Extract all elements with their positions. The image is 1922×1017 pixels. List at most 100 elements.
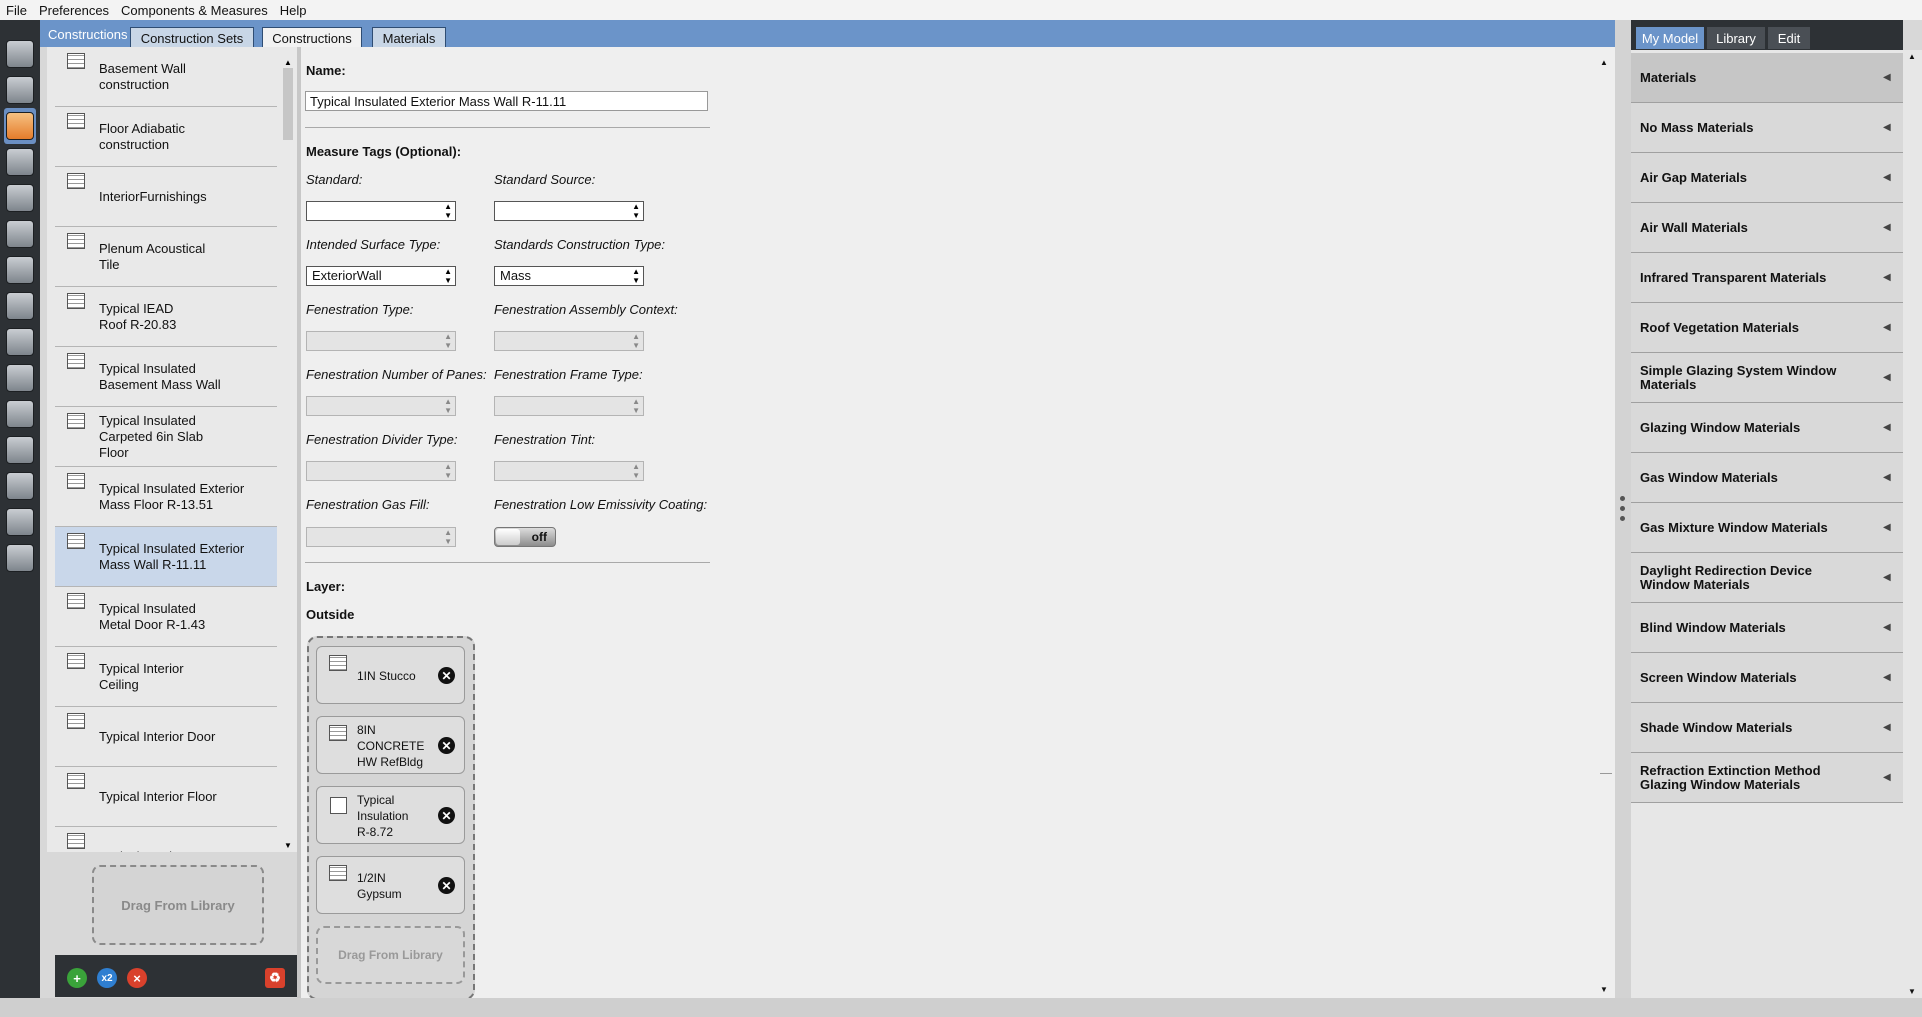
panel-splitter[interactable] — [1615, 20, 1631, 998]
construction-list-item[interactable]: InteriorFurnishings — [55, 167, 277, 227]
scroll-down-icon[interactable]: ▼ — [1600, 985, 1608, 994]
copy-icon[interactable]: x2 — [97, 968, 117, 988]
library-category[interactable]: Glazing Window Materials ◀ — [1631, 403, 1903, 453]
construction-list-item[interactable]: Typical Interior Floor — [55, 767, 277, 827]
tab-materials[interactable]: Materials — [372, 27, 446, 48]
output-variables-icon[interactable] — [4, 396, 36, 432]
schedules-icon[interactable] — [4, 72, 36, 108]
tab-construction-sets[interactable]: Construction Sets — [130, 27, 254, 48]
library-category[interactable]: No Mass Materials ◀ — [1631, 103, 1903, 153]
library-category[interactable]: Roof Vegetation Materials ◀ — [1631, 303, 1903, 353]
construction-list-item[interactable]: Basement Wall construction — [55, 47, 277, 107]
scroll-thumb[interactable] — [1600, 773, 1612, 774]
construction-list-scrollbar[interactable]: ▲ ▼ — [283, 58, 293, 850]
fenestration-gas-combo[interactable]: ▲ ▼ — [306, 527, 456, 547]
layer-drag-from-library[interactable]: Drag From Library — [316, 926, 465, 984]
tab-library[interactable]: Library — [1706, 26, 1766, 50]
construction-list-item[interactable]: Typical Insulated Basement Mass Wall — [55, 347, 277, 407]
tab-edit[interactable]: Edit — [1767, 26, 1811, 50]
expand-arrow-icon[interactable]: ◀ — [1883, 522, 1891, 533]
standard-combo[interactable]: ▲ ▼ — [306, 201, 456, 221]
results-summary-icon[interactable] — [4, 540, 36, 576]
expand-arrow-icon[interactable]: ◀ — [1883, 422, 1891, 433]
scroll-down-icon[interactable]: ▼ — [283, 841, 293, 850]
expand-arrow-icon[interactable]: ◀ — [1883, 122, 1891, 133]
layer-item[interactable]: 1/2IN Gypsum ✕ — [316, 856, 465, 914]
scroll-up-icon[interactable]: ▲ — [1600, 58, 1608, 67]
library-category[interactable]: Gas Window Materials ◀ — [1631, 453, 1903, 503]
construction-list-item[interactable]: Typical Interior Ceiling — [55, 647, 277, 707]
library-category[interactable]: Simple Glazing System Window Materials ◀ — [1631, 353, 1903, 403]
tab-my-model[interactable]: My Model — [1635, 26, 1705, 50]
inspector-scrollbar[interactable]: ▲ ▼ — [1600, 58, 1612, 994]
expand-arrow-icon[interactable]: ◀ — [1883, 772, 1891, 783]
lowe-toggle[interactable]: off — [494, 527, 556, 547]
layer-item[interactable]: 1IN Stucco ✕ — [316, 646, 465, 704]
fenestration-panes-combo[interactable]: ▲ ▼ — [306, 396, 456, 416]
construction-list-item[interactable]: Typical Insulated Exterior Mass Floor R-… — [55, 467, 277, 527]
library-category[interactable]: Air Gap Materials ◀ — [1631, 153, 1903, 203]
fenestration-frame-combo[interactable]: ▲ ▼ — [494, 396, 644, 416]
standard-source-combo[interactable]: ▲ ▼ — [494, 201, 644, 221]
library-category[interactable]: Infrared Transparent Materials ◀ — [1631, 253, 1903, 303]
expand-arrow-icon[interactable]: ◀ — [1883, 622, 1891, 633]
loads-icon[interactable] — [4, 144, 36, 180]
geometry-icon[interactable] — [4, 216, 36, 252]
remove-icon[interactable]: × — [127, 968, 147, 988]
library-category[interactable]: Shade Window Materials ◀ — [1631, 703, 1903, 753]
measures-icon[interactable] — [4, 468, 36, 504]
purge-icon[interactable]: ♻ — [265, 968, 285, 988]
thermal-zones-icon[interactable] — [4, 324, 36, 360]
construction-list-item[interactable]: Typical Insulated Metal Door R-1.43 — [55, 587, 277, 647]
construction-list-item[interactable]: Typical Interior — [55, 827, 277, 852]
spaces-icon[interactable] — [4, 288, 36, 324]
expand-arrow-icon[interactable]: ◀ — [1883, 222, 1891, 233]
expand-arrow-icon[interactable]: ◀ — [1883, 672, 1891, 683]
remove-layer-icon[interactable]: ✕ — [438, 737, 455, 754]
scroll-down-icon[interactable]: ▼ — [1908, 987, 1916, 996]
expand-arrow-icon[interactable]: ◀ — [1883, 72, 1891, 83]
name-field[interactable]: Typical Insulated Exterior Mass Wall R-1… — [305, 91, 708, 111]
remove-layer-icon[interactable]: ✕ — [438, 877, 455, 894]
construction-list-item[interactable]: Typical Interior Door — [55, 707, 277, 767]
fenestration-type-combo[interactable]: ▲ ▼ — [306, 331, 456, 351]
intended-surface-combo[interactable]: ExteriorWall ▲ ▼ — [306, 266, 456, 286]
library-category[interactable]: Gas Mixture Window Materials ◀ — [1631, 503, 1903, 553]
standards-construction-combo[interactable]: Mass ▲ ▼ — [494, 266, 644, 286]
expand-arrow-icon[interactable]: ◀ — [1883, 722, 1891, 733]
scroll-thumb[interactable] — [283, 68, 293, 140]
scroll-up-icon[interactable]: ▲ — [283, 58, 293, 67]
drag-from-library-dropzone[interactable]: Drag From Library — [92, 865, 264, 945]
layer-item[interactable]: Typical Insulation R-8.72 ✕ — [316, 786, 465, 844]
remove-layer-icon[interactable]: ✕ — [438, 807, 455, 824]
remove-layer-icon[interactable]: ✕ — [438, 667, 455, 684]
tab-constructions[interactable]: Constructions — [262, 27, 362, 48]
menu-components-measures[interactable]: Components & Measures — [115, 3, 274, 18]
hvac-systems-icon[interactable] — [4, 360, 36, 396]
expand-arrow-icon[interactable]: ◀ — [1883, 322, 1891, 333]
fenestration-tint-combo[interactable]: ▲ ▼ — [494, 461, 644, 481]
library-category[interactable]: Blind Window Materials ◀ — [1631, 603, 1903, 653]
expand-arrow-icon[interactable]: ◀ — [1883, 272, 1891, 283]
construction-list-item[interactable]: Typical Insulated Exterior Mass Wall R-1… — [55, 527, 277, 587]
add-icon[interactable]: + — [67, 968, 87, 988]
expand-arrow-icon[interactable]: ◀ — [1883, 472, 1891, 483]
expand-arrow-icon[interactable]: ◀ — [1883, 572, 1891, 583]
library-category[interactable]: Screen Window Materials ◀ — [1631, 653, 1903, 703]
simulation-settings-icon[interactable] — [4, 432, 36, 468]
construction-list-item[interactable]: Typical IEAD Roof R-20.83 — [55, 287, 277, 347]
space-types-icon[interactable] — [4, 180, 36, 216]
construction-list-item[interactable]: Plenum Acoustical Tile — [55, 227, 277, 287]
run-simulation-icon[interactable] — [4, 504, 36, 540]
layer-item[interactable]: 8IN CONCRETE HW RefBldg ✕ — [316, 716, 465, 774]
menu-help[interactable]: Help — [274, 3, 313, 18]
library-category[interactable]: Air Wall Materials ◀ — [1631, 203, 1903, 253]
constructions-icon[interactable] — [4, 108, 36, 144]
library-category[interactable]: Daylight Redirection Device Window Mater… — [1631, 553, 1903, 603]
construction-list-item[interactable]: Typical Insulated Carpeted 6in Slab Floo… — [55, 407, 277, 467]
facility-icon[interactable] — [4, 252, 36, 288]
fenestration-divider-combo[interactable]: ▲ ▼ — [306, 461, 456, 481]
menu-preferences[interactable]: Preferences — [33, 3, 115, 18]
fenestration-assembly-combo[interactable]: ▲ ▼ — [494, 331, 644, 351]
menu-file[interactable]: File — [0, 3, 33, 18]
